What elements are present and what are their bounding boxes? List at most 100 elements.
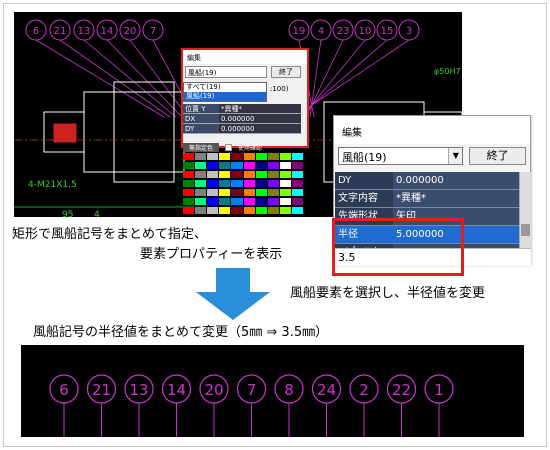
palette-swatch[interactable]	[291, 153, 303, 160]
palette-swatch[interactable]	[255, 207, 267, 214]
palette-swatch[interactable]	[279, 162, 291, 169]
palette-swatch[interactable]	[207, 153, 219, 160]
palette-swatch[interactable]	[219, 198, 231, 205]
palette-swatch[interactable]	[255, 198, 267, 205]
palette-swatch[interactable]	[231, 189, 243, 196]
palette-swatch[interactable]	[255, 162, 267, 169]
element-type-dropdown[interactable]: すべて(19) 風船(19)	[183, 82, 267, 102]
palette-swatch[interactable]	[207, 180, 219, 187]
palette-swatch[interactable]	[243, 180, 255, 187]
palette-swatch[interactable]	[219, 162, 231, 169]
close-button[interactable]: 終了	[469, 147, 526, 165]
palette-swatch[interactable]	[231, 180, 243, 187]
palette-swatch[interactable]	[219, 180, 231, 187]
palette-swatch[interactable]	[219, 207, 231, 214]
palette-swatch[interactable]	[195, 180, 207, 187]
dropdown-item-all[interactable]: すべて(19)	[184, 83, 266, 92]
palette-swatch[interactable]	[291, 162, 303, 169]
palette-swatch[interactable]	[291, 207, 303, 214]
palette-swatch[interactable]	[219, 189, 231, 196]
palette-swatch[interactable]	[291, 198, 303, 205]
palette-swatch[interactable]	[243, 162, 255, 169]
palette-swatch[interactable]	[231, 171, 243, 178]
small-row[interactable]: 位置 Y *異種*	[183, 104, 301, 114]
palette-swatch[interactable]	[267, 180, 279, 187]
palette-swatch[interactable]	[231, 162, 243, 169]
palette-swatch[interactable]	[243, 153, 255, 160]
palette-swatch[interactable]	[243, 189, 255, 196]
palette-swatch[interactable]	[243, 171, 255, 178]
palette-swatch[interactable]	[279, 171, 291, 178]
scrollbar-thumb[interactable]	[521, 224, 530, 236]
palette-swatch[interactable]	[267, 207, 279, 214]
palette-swatch[interactable]	[255, 180, 267, 187]
palette-swatch[interactable]	[195, 198, 207, 205]
palette-swatch[interactable]	[219, 171, 231, 178]
palette-swatch[interactable]	[183, 189, 195, 196]
palette-swatch[interactable]	[243, 207, 255, 214]
palette-swatch[interactable]	[255, 189, 267, 196]
palette-swatch[interactable]	[219, 153, 231, 160]
balloon-symbol[interactable]: 2	[349, 374, 379, 437]
element-type-select-large[interactable]: 風船(19) ▼	[338, 147, 464, 165]
balloon-symbol[interactable]: 8	[274, 374, 304, 437]
no-color-button[interactable]: 無指定色	[183, 142, 220, 152]
palette-swatch[interactable]	[279, 207, 291, 214]
palette-swatch[interactable]	[183, 162, 195, 169]
color-palette[interactable]	[183, 153, 303, 215]
palette-swatch[interactable]	[183, 198, 195, 205]
palette-swatch[interactable]	[207, 162, 219, 169]
property-row-dy[interactable]: DY 0.000000	[335, 172, 531, 190]
use-check-checkbox[interactable]	[225, 143, 233, 151]
palette-swatch[interactable]	[267, 171, 279, 178]
balloon-symbol[interactable]: 1	[424, 374, 454, 437]
balloon-symbol[interactable]: 21	[86, 374, 117, 437]
balloon-symbol[interactable]: 6	[25, 19, 165, 118]
small-row[interactable]: DX 0.000000	[183, 114, 301, 124]
balloon-symbol[interactable]: 13	[124, 374, 154, 437]
palette-swatch[interactable]	[267, 198, 279, 205]
palette-swatch[interactable]	[267, 162, 279, 169]
balloon-symbol[interactable]: 7	[236, 374, 267, 437]
palette-swatch[interactable]	[183, 180, 195, 187]
palette-swatch[interactable]	[267, 189, 279, 196]
palette-swatch[interactable]	[207, 189, 219, 196]
palette-swatch[interactable]	[207, 171, 219, 178]
palette-swatch[interactable]	[231, 153, 243, 160]
palette-swatch[interactable]	[207, 198, 219, 205]
palette-swatch[interactable]	[195, 162, 207, 169]
balloon-symbol[interactable]: 20	[199, 374, 229, 437]
balloon-symbol[interactable]: 6	[49, 374, 79, 437]
cad-viewport-after[interactable]: 6 21 13 14 20 7 8 24 2 22 1	[21, 345, 524, 437]
palette-swatch[interactable]	[183, 153, 195, 160]
balloon-symbol[interactable]: 14	[161, 374, 192, 437]
palette-swatch[interactable]	[279, 198, 291, 205]
palette-swatch[interactable]	[243, 198, 255, 205]
chevron-down-icon[interactable]: ▼	[448, 148, 463, 164]
palette-swatch[interactable]	[195, 189, 207, 196]
dropdown-item-balloon[interactable]: 風船(19)	[184, 92, 266, 101]
property-scrollbar[interactable]	[519, 172, 531, 248]
palette-swatch[interactable]	[195, 153, 207, 160]
palette-swatch[interactable]	[231, 198, 243, 205]
palette-swatch[interactable]	[207, 207, 219, 214]
small-row[interactable]: DY 0.000000	[183, 124, 301, 134]
palette-swatch[interactable]	[195, 171, 207, 178]
balloon-symbol[interactable]: 24	[311, 374, 342, 437]
palette-swatch[interactable]	[279, 189, 291, 196]
palette-swatch[interactable]	[291, 171, 303, 178]
palette-swatch[interactable]	[255, 153, 267, 160]
palette-swatch[interactable]	[279, 153, 291, 160]
palette-swatch[interactable]	[195, 207, 207, 214]
palette-swatch[interactable]	[291, 189, 303, 196]
palette-swatch[interactable]	[267, 153, 279, 160]
palette-swatch[interactable]	[255, 171, 267, 178]
property-row-text[interactable]: 文字内容 *異種*	[335, 190, 531, 208]
small-close-button[interactable]: 終了	[271, 66, 301, 78]
palette-swatch[interactable]	[231, 207, 243, 214]
balloon-symbol[interactable]: 22	[386, 374, 417, 437]
element-type-select[interactable]: 風船(19)	[185, 66, 267, 78]
palette-swatch[interactable]	[183, 207, 195, 214]
palette-swatch[interactable]	[279, 180, 291, 187]
palette-swatch[interactable]	[291, 180, 303, 187]
